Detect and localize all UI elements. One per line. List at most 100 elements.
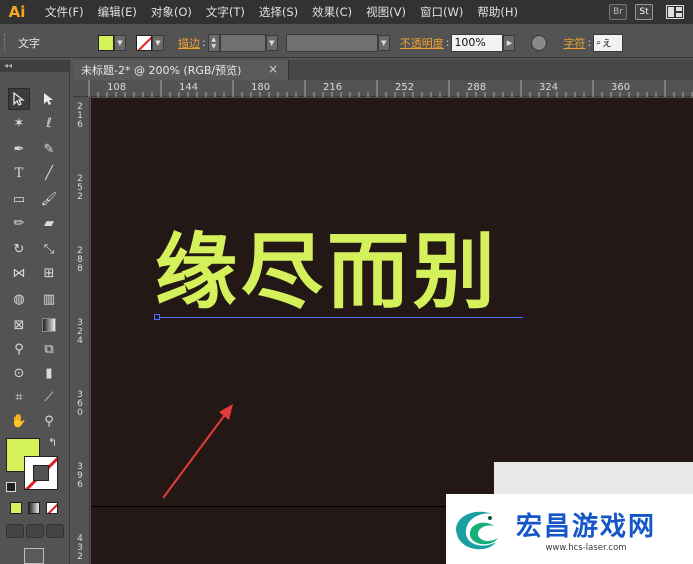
zoom-tool[interactable]: ⚲ bbox=[38, 410, 60, 432]
ruler-left-label: 432 bbox=[77, 534, 83, 562]
tools-panel-header[interactable]: ◂◂ bbox=[0, 60, 69, 72]
menu-type[interactable]: 文字(T) bbox=[199, 4, 252, 20]
character-link[interactable]: 字符 bbox=[563, 35, 585, 51]
gradient-mode-button[interactable] bbox=[28, 502, 40, 514]
text-baseline bbox=[157, 317, 523, 318]
paintbrush-tool[interactable]: 🖌 bbox=[38, 188, 60, 210]
none-mode-button[interactable] bbox=[46, 502, 58, 514]
menu-window[interactable]: 窗口(W) bbox=[413, 4, 470, 20]
variable-width-dropdown[interactable]: ▼ bbox=[377, 34, 390, 51]
ruler-top-label: 324 bbox=[539, 82, 559, 93]
ruler-top-label: 288 bbox=[467, 82, 487, 93]
ruler-left-label: 360 bbox=[77, 390, 83, 418]
fill-control[interactable]: ▼ bbox=[98, 34, 126, 51]
char-separator: : bbox=[587, 36, 592, 49]
menu-select[interactable]: 选择(S) bbox=[252, 4, 305, 20]
stroke-separator: : bbox=[202, 36, 206, 49]
gradient-tool[interactable] bbox=[38, 314, 60, 336]
stock-button[interactable]: St bbox=[635, 4, 653, 20]
stroke-weight-dropdown[interactable]: ▼ bbox=[265, 34, 278, 51]
free-transform-tool[interactable]: ⊞ bbox=[38, 262, 60, 284]
document-tab-title: 未标题-2* @ 200% (RGB/预览) bbox=[81, 64, 242, 77]
opacity-arrow[interactable]: ▶ bbox=[503, 34, 516, 51]
type-tool[interactable]: T bbox=[8, 162, 30, 184]
headline-text[interactable]: 缘尽而别 bbox=[155, 232, 499, 314]
perspective-grid-tool[interactable]: ▥ bbox=[38, 288, 60, 310]
ruler-top-label: 144 bbox=[179, 82, 199, 93]
ruler-left-label: 216 bbox=[77, 102, 83, 130]
ruler-left-label: 252 bbox=[77, 174, 83, 202]
swap-colors-icon[interactable]: ↰ bbox=[48, 436, 57, 449]
document-tab-bar: 未标题-2* @ 200% (RGB/预览) × bbox=[73, 60, 693, 80]
color-mode-button[interactable] bbox=[10, 502, 22, 514]
scale-tool[interactable]: ⤡ bbox=[38, 238, 60, 260]
selection-type-label: 文字 bbox=[18, 36, 40, 50]
rotate-tool[interactable]: ↻ bbox=[8, 238, 30, 260]
stroke-link[interactable]: 描边 bbox=[178, 35, 200, 51]
control-bar: 文字 ▼ ▼ 描边 : ▲ ▼ ▼ ▼ 不透明度 : 100% ▶ 字符 : ⌕ ぇ bbox=[0, 28, 693, 58]
document-tab[interactable]: 未标题-2* @ 200% (RGB/预览) × bbox=[73, 60, 289, 80]
stroke-swatch[interactable] bbox=[136, 34, 152, 51]
eyedropper-tool[interactable]: ⚲ bbox=[8, 338, 30, 360]
stroke-weight-stepper[interactable]: ▲ ▼ bbox=[207, 33, 220, 52]
horizontal-ruler[interactable]: 108 144 180 216 252 288 324 360 bbox=[73, 80, 693, 97]
menu-help[interactable]: 帮助(H) bbox=[470, 4, 525, 20]
opacity-field[interactable]: 100% bbox=[451, 33, 504, 52]
watermark-url: www.hcs-laser.com bbox=[545, 542, 627, 553]
menu-object[interactable]: 对象(O) bbox=[144, 4, 199, 20]
screen-mode-button[interactable] bbox=[24, 548, 44, 564]
eraser-tool[interactable]: ▰ bbox=[38, 212, 60, 234]
shape-builder-tool[interactable]: ◍ bbox=[8, 288, 30, 310]
magic-wand-tool[interactable]: ✶ bbox=[8, 112, 30, 134]
draw-normal-button[interactable] bbox=[6, 524, 24, 538]
menu-effect[interactable]: 效果(C) bbox=[305, 4, 359, 20]
symbol-sprayer-tool[interactable]: ⊙ bbox=[8, 362, 30, 384]
stroke-dropdown[interactable]: ▼ bbox=[152, 34, 164, 51]
menu-file[interactable]: 文件(F) bbox=[38, 4, 91, 20]
grip-icon bbox=[4, 33, 8, 52]
menu-right-icons: Br St bbox=[609, 0, 693, 24]
draw-inside-button[interactable] bbox=[46, 524, 64, 538]
lasso-tool[interactable]: ℓ bbox=[38, 112, 60, 134]
recolor-icon[interactable] bbox=[531, 34, 548, 51]
bridge-button[interactable]: Br bbox=[609, 4, 627, 20]
variable-width-field[interactable] bbox=[285, 33, 378, 52]
close-tab-icon[interactable]: × bbox=[268, 62, 278, 76]
mesh-tool[interactable]: ⊠ bbox=[8, 314, 30, 336]
selection-tool[interactable] bbox=[8, 88, 30, 110]
artboard-tool[interactable]: ⌗ bbox=[8, 386, 30, 408]
rectangle-tool[interactable]: ▭ bbox=[8, 188, 30, 210]
slice-tool[interactable]: ⟋ bbox=[38, 386, 60, 408]
fill-swatch[interactable] bbox=[98, 34, 114, 51]
column-graph-tool[interactable]: ▮ bbox=[38, 362, 60, 384]
font-field-value: ぇ bbox=[601, 35, 613, 49]
app-logo: Ai bbox=[8, 3, 26, 21]
stroke-control[interactable]: ▼ bbox=[136, 34, 164, 51]
width-tool[interactable]: ⋈ bbox=[8, 262, 30, 284]
curvature-tool[interactable]: ✎ bbox=[38, 138, 60, 160]
menu-edit[interactable]: 编辑(E) bbox=[91, 4, 144, 20]
ruler-top-label: 180 bbox=[251, 82, 271, 93]
draw-behind-button[interactable] bbox=[26, 524, 44, 538]
ruler-top-label: 216 bbox=[323, 82, 343, 93]
pencil-tool[interactable]: ✏ bbox=[8, 212, 30, 234]
direct-selection-tool[interactable] bbox=[38, 88, 60, 110]
text-anchor-point[interactable] bbox=[154, 314, 160, 320]
opacity-separator: : bbox=[445, 36, 450, 49]
hand-tool[interactable]: ✋ bbox=[8, 410, 30, 432]
stroke-color-box[interactable] bbox=[24, 456, 58, 490]
watermark-banner: 宏昌游戏网 www.hcs-laser.com bbox=[446, 494, 693, 564]
font-field[interactable]: ⌕ ぇ bbox=[593, 33, 624, 52]
ruler-top-label: 108 bbox=[107, 82, 127, 93]
default-colors-icon[interactable] bbox=[6, 482, 16, 492]
workspace-icon[interactable] bbox=[661, 3, 689, 21]
fill-dropdown[interactable]: ▼ bbox=[114, 34, 126, 51]
vertical-ruler[interactable]: 216 252 288 324 360 396 432 bbox=[73, 97, 90, 564]
ruler-left-label: 288 bbox=[77, 246, 83, 274]
stroke-weight-field[interactable] bbox=[219, 33, 266, 52]
line-tool[interactable]: ╱ bbox=[38, 162, 60, 184]
opacity-link[interactable]: 不透明度 bbox=[400, 35, 444, 51]
menu-view[interactable]: 视图(V) bbox=[359, 4, 413, 20]
pen-tool[interactable]: ✒ bbox=[8, 138, 30, 160]
blend-tool[interactable]: ⧉ bbox=[38, 338, 60, 360]
